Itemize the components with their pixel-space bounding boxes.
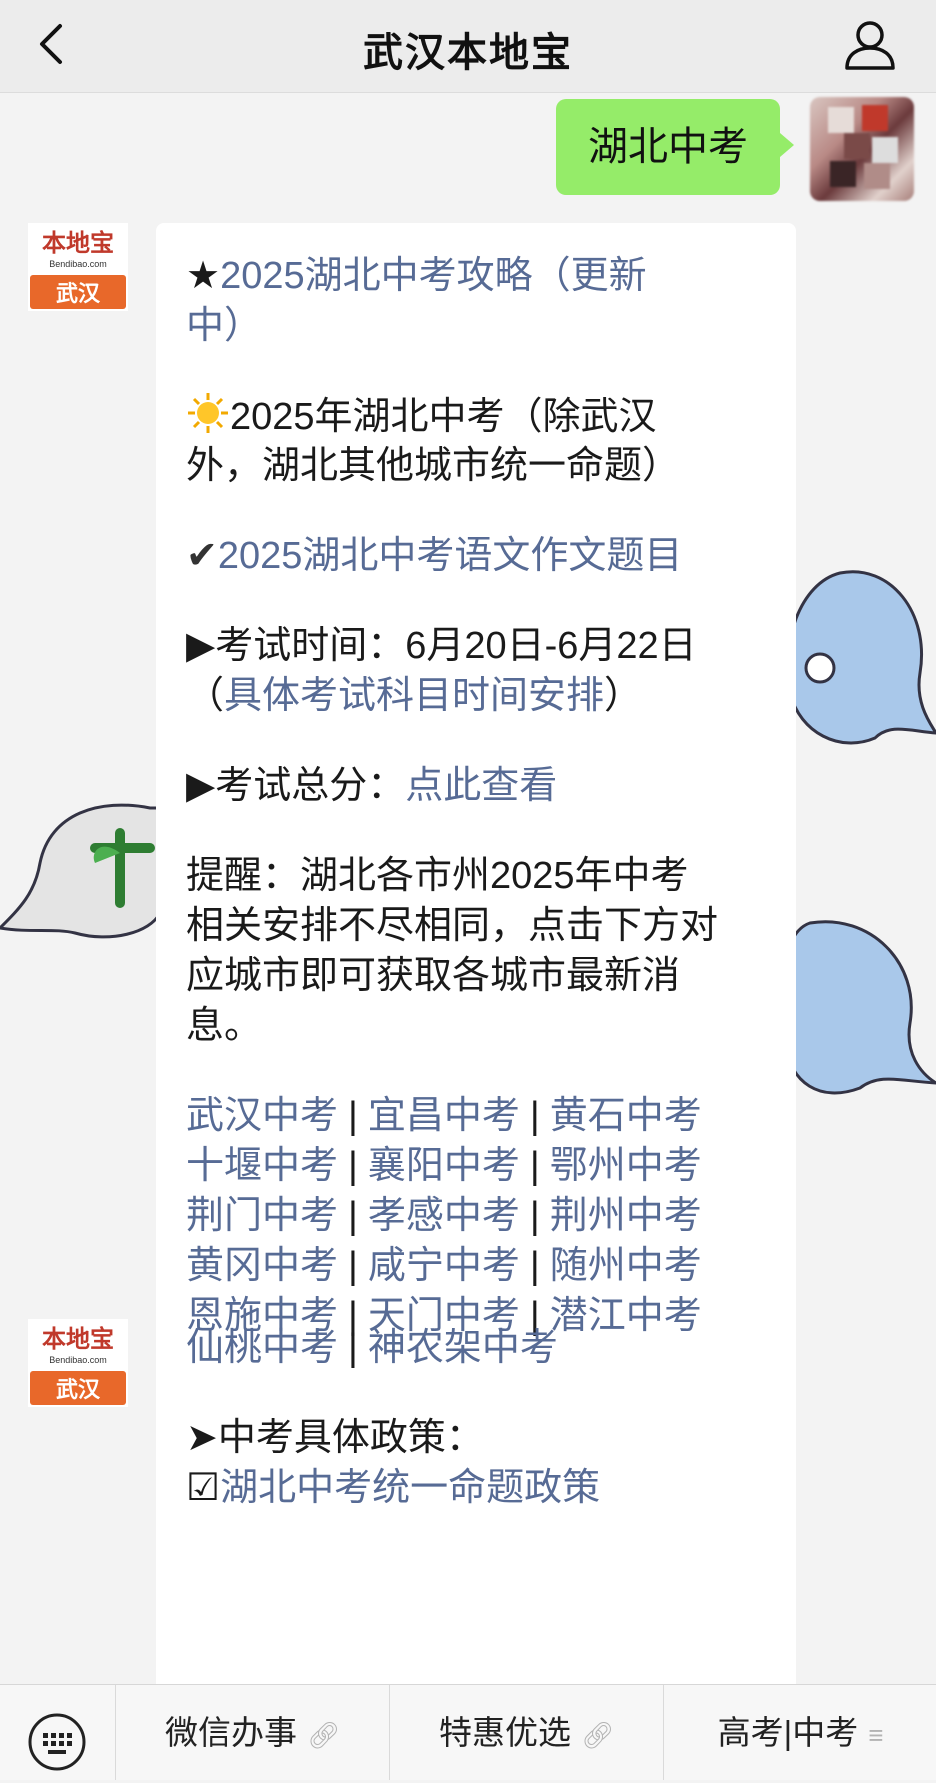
city-link-suizhou[interactable]: 随州中考 xyxy=(550,1245,702,1287)
checkbox-icon: ☑ xyxy=(186,1467,221,1509)
city-link-shennongjia[interactable]: 神农架中考 xyxy=(368,1327,558,1369)
separator: | xyxy=(348,1095,358,1137)
total-score-label: ▶考试总分： xyxy=(186,765,406,807)
city-row: 武汉中考 | 宜昌中考 | 黄石中考 xyxy=(186,1091,702,1141)
keyboard-icon[interactable] xyxy=(26,1711,88,1773)
svg-text:本地宝: 本地宝 xyxy=(42,1325,114,1353)
svg-text:本地宝: 本地宝 xyxy=(42,229,114,257)
top-nav-bar: 武汉本地宝 xyxy=(0,0,936,93)
exam-note-line1: 2025年湖北中考（除武汉 xyxy=(230,396,657,438)
menu-item-wechat-services[interactable]: 微信办事 🔗︎ xyxy=(115,1685,389,1780)
link-icon: 🔗︎ xyxy=(306,1719,340,1750)
city-link-grid: 武汉中考 | 宜昌中考 | 黄石中考 十堰中考 | 襄阳中考 | 鄂州中考 荆门中考 | 孝感中考 |… xyxy=(186,1091,702,1341)
chat-area[interactable]: 湖北中考 本地宝 Bendibao.com 武汉 ★2025湖北中考攻略（更新 … xyxy=(0,93,936,1684)
reminder-line-4: 息。 xyxy=(186,1005,263,1047)
city-link-huangshi[interactable]: 黄石中考 xyxy=(550,1095,702,1137)
separator: | xyxy=(529,1095,540,1137)
separator: | xyxy=(348,1245,358,1287)
star-mark: ★ xyxy=(186,255,221,297)
reminder-line-1: 提醒：湖北各市州2025年中考 xyxy=(186,855,689,897)
city-link-xianning[interactable]: 咸宁中考 xyxy=(368,1245,520,1287)
link-icon: 🔗︎ xyxy=(580,1719,614,1750)
bot-avatar[interactable]: 本地宝 Bendibao.com 武汉 xyxy=(28,223,128,311)
city-link-yichang[interactable]: 宜昌中考 xyxy=(368,1095,520,1137)
bot-avatar[interactable]: 本地宝 Bendibao.com 武汉 xyxy=(28,1319,128,1407)
guide-link-continuation[interactable]: 中） xyxy=(186,305,262,347)
reminder-line-2: 相关安排不尽相同，点击下方对 xyxy=(186,905,719,947)
user-message-text: 湖北中考 xyxy=(588,125,748,169)
city-link-xiaogan[interactable]: 孝感中考 xyxy=(368,1195,520,1237)
separator: | xyxy=(348,1195,358,1237)
sticker-bubble-right-bottom xyxy=(781,920,936,1095)
user-avatar[interactable] xyxy=(810,97,914,201)
city-row: 十堰中考 | 襄阳中考 | 鄂州中考 xyxy=(186,1141,702,1191)
exam-time-text: ▶考试时间：6月20日-6月22日 xyxy=(186,625,697,667)
separator: | xyxy=(348,1145,358,1187)
exam-note-line2: 外，湖北其他城市统一命题） xyxy=(186,445,681,487)
city-link-xiangyang[interactable]: 襄阳中考 xyxy=(368,1145,520,1187)
city-link-wuhan[interactable]: 武汉中考 xyxy=(186,1095,338,1137)
schedule-link[interactable]: 具体考试科目时间安排 xyxy=(224,675,604,717)
paren-open: （ xyxy=(186,675,225,717)
city-link-xiantao[interactable]: 仙桃中考 xyxy=(186,1327,338,1369)
reminder-line-3: 应城市即可获取各城市最新消 xyxy=(186,955,681,997)
svg-text:武汉: 武汉 xyxy=(56,1377,101,1402)
separator: | xyxy=(529,1245,540,1287)
menu-item-label: 微信办事 xyxy=(164,1714,297,1751)
menu-lines-icon: ≡ xyxy=(868,1719,884,1750)
menu-item-deals[interactable]: 特惠优选 🔗︎ xyxy=(389,1685,663,1780)
svg-text:Bendibao.com: Bendibao.com xyxy=(49,1355,107,1365)
bot-message-card: ★2025湖北中考攻略（更新 中） 2025年湖北中考（除武汉 外，湖北其他城市… xyxy=(156,223,796,1684)
city-row: 荆门中考 | 孝感中考 | 荆州中考 xyxy=(186,1191,702,1241)
check-icon: ✔ xyxy=(186,535,218,577)
city-link-jingmen[interactable]: 荆门中考 xyxy=(186,1195,338,1237)
svg-text:武汉: 武汉 xyxy=(56,281,101,306)
sticker-bubble-right-top xyxy=(785,570,936,745)
policy-link[interactable]: 湖北中考统一命题政策 xyxy=(220,1467,600,1509)
svg-text:Bendibao.com: Bendibao.com xyxy=(49,259,107,269)
city-link-jingzhou[interactable]: 荆州中考 xyxy=(550,1195,702,1237)
city-link-huanggang[interactable]: 黄冈中考 xyxy=(186,1245,338,1287)
menu-item-label: 高考|中考 xyxy=(717,1714,859,1751)
sticker-bubble-left xyxy=(0,803,160,939)
separator: | xyxy=(348,1327,358,1369)
guide-link[interactable]: 2025湖北中考攻略（更新 xyxy=(220,255,647,297)
policy-label: ➤中考具体政策： xyxy=(186,1417,484,1459)
separator: | xyxy=(529,1145,540,1187)
total-score-link[interactable]: 点此查看 xyxy=(405,765,557,807)
sun-icon xyxy=(188,393,228,433)
city-row: 黄冈中考 | 咸宁中考 | 随州中考 xyxy=(186,1241,702,1291)
service-menu-bar: 微信办事 🔗︎ 特惠优选 🔗︎ 高考|中考 ≡ xyxy=(0,1684,936,1780)
city-link-ezhou[interactable]: 鄂州中考 xyxy=(550,1145,702,1187)
paren-close: ） xyxy=(604,675,643,717)
chat-title: 武汉本地宝 xyxy=(363,31,573,75)
city-link-shiyan[interactable]: 十堰中考 xyxy=(186,1145,338,1187)
profile-icon[interactable] xyxy=(842,16,898,72)
menu-item-label: 特惠优选 xyxy=(438,1714,571,1751)
menu-item-exams[interactable]: 高考|中考 ≡ xyxy=(663,1685,936,1780)
essay-topic-link[interactable]: 2025湖北中考语文作文题目 xyxy=(218,535,683,577)
user-message-bubble[interactable]: 湖北中考 xyxy=(556,99,794,195)
separator: | xyxy=(529,1195,540,1237)
